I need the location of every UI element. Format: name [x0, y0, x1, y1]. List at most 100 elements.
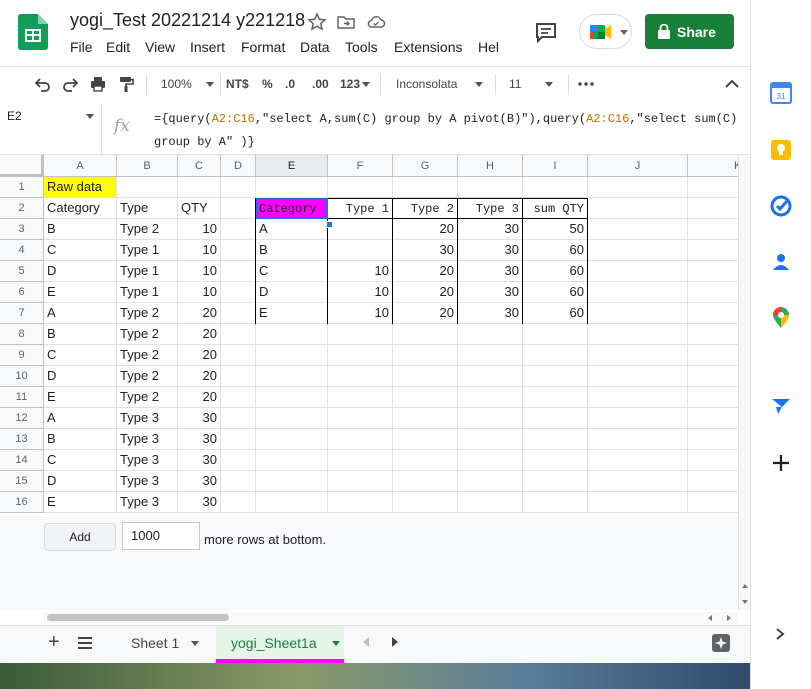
empty-cell[interactable]: [221, 282, 256, 303]
empty-cell[interactable]: [221, 261, 256, 282]
empty-cell[interactable]: [458, 492, 523, 513]
column-header[interactable]: H: [458, 155, 523, 177]
pivot-data-cell[interactable]: 30: [458, 282, 523, 303]
empty-cell[interactable]: [588, 387, 688, 408]
row-header[interactable]: 11: [0, 387, 44, 408]
print-icon[interactable]: [89, 75, 107, 93]
empty-cell[interactable]: [458, 387, 523, 408]
empty-cell[interactable]: [588, 345, 688, 366]
source-data-cell[interactable]: C: [44, 450, 117, 471]
empty-cell[interactable]: [688, 471, 738, 492]
decrease-decimal-button[interactable]: .0: [285, 77, 295, 91]
share-button[interactable]: Share: [645, 14, 734, 49]
source-data-cell[interactable]: 30: [178, 429, 221, 450]
source-data-cell[interactable]: 30: [178, 450, 221, 471]
plus-icon[interactable]: [771, 453, 791, 473]
column-header[interactable]: K: [688, 155, 738, 177]
select-all-corner[interactable]: [0, 155, 44, 177]
selection-handle[interactable]: [326, 221, 333, 228]
redo-icon[interactable]: [62, 75, 80, 93]
source-data-cell[interactable]: E: [44, 282, 117, 303]
empty-cell[interactable]: [328, 387, 393, 408]
empty-cell[interactable]: [688, 261, 738, 282]
pivot-data-cell[interactable]: E: [256, 303, 328, 324]
empty-cell[interactable]: [328, 345, 393, 366]
empty-cell[interactable]: [221, 240, 256, 261]
empty-cell[interactable]: [688, 240, 738, 261]
cloud-icon[interactable]: [366, 12, 386, 32]
row-header[interactable]: 5: [0, 261, 44, 282]
source-data-cell[interactable]: B: [44, 219, 117, 240]
empty-cell[interactable]: [256, 177, 328, 198]
column-header[interactable]: F: [328, 155, 393, 177]
empty-cell[interactable]: [588, 198, 688, 219]
source-data-cell[interactable]: B: [44, 324, 117, 345]
pivot-data-cell[interactable]: 60: [523, 303, 588, 324]
empty-cell[interactable]: [688, 492, 738, 513]
row-header[interactable]: 4: [0, 240, 44, 261]
source-data-cell[interactable]: 30: [178, 492, 221, 513]
empty-cell[interactable]: [328, 471, 393, 492]
empty-cell[interactable]: [458, 177, 523, 198]
paint-format-icon[interactable]: [117, 75, 135, 93]
source-data-cell[interactable]: A: [44, 303, 117, 324]
row-header[interactable]: 6: [0, 282, 44, 303]
empty-cell[interactable]: [393, 177, 458, 198]
pivot-data-cell[interactable]: B: [256, 240, 328, 261]
source-header-cell[interactable]: QTY: [178, 198, 221, 219]
empty-cell[interactable]: [588, 261, 688, 282]
empty-cell[interactable]: [688, 282, 738, 303]
empty-cell[interactable]: [221, 177, 256, 198]
pivot-data-cell[interactable]: 30: [458, 303, 523, 324]
pivot-data-cell[interactable]: 10: [328, 303, 393, 324]
row-header[interactable]: 9: [0, 345, 44, 366]
empty-cell[interactable]: [256, 366, 328, 387]
maps-icon[interactable]: [770, 307, 792, 329]
source-data-cell[interactable]: Type 2: [117, 303, 178, 324]
source-data-cell[interactable]: 10: [178, 261, 221, 282]
row-header[interactable]: 1: [0, 177, 44, 198]
empty-cell[interactable]: [328, 366, 393, 387]
empty-cell[interactable]: [256, 324, 328, 345]
empty-cell[interactable]: [393, 450, 458, 471]
chevron-right-icon[interactable]: [773, 627, 787, 641]
empty-cell[interactable]: [588, 324, 688, 345]
empty-cell[interactable]: [688, 177, 738, 198]
empty-cell[interactable]: [688, 303, 738, 324]
formula-input[interactable]: ={query(A2:C16,"select A,sum(C) group by…: [154, 108, 744, 154]
row-header[interactable]: 10: [0, 366, 44, 387]
currency-button[interactable]: NT$: [226, 77, 249, 91]
sheet-tab[interactable]: Sheet 1: [116, 626, 214, 662]
empty-cell[interactable]: [688, 366, 738, 387]
empty-cell[interactable]: [588, 240, 688, 261]
row-header[interactable]: 2: [0, 198, 44, 219]
menu-insert[interactable]: Insert: [190, 39, 225, 55]
pivot-data-cell[interactable]: [328, 240, 393, 261]
source-data-cell[interactable]: Type 2: [117, 219, 178, 240]
empty-cell[interactable]: [523, 345, 588, 366]
empty-cell[interactable]: [393, 345, 458, 366]
empty-cell[interactable]: [588, 282, 688, 303]
empty-cell[interactable]: [328, 177, 393, 198]
empty-cell[interactable]: [393, 387, 458, 408]
source-data-cell[interactable]: 30: [178, 471, 221, 492]
source-data-cell[interactable]: Type 3: [117, 429, 178, 450]
source-data-cell[interactable]: 20: [178, 366, 221, 387]
source-data-cell[interactable]: A: [44, 408, 117, 429]
empty-cell[interactable]: [458, 408, 523, 429]
scroll-up-icon[interactable]: [741, 582, 749, 590]
source-data-cell[interactable]: D: [44, 471, 117, 492]
empty-cell[interactable]: [393, 492, 458, 513]
source-data-cell[interactable]: Type 3: [117, 450, 178, 471]
empty-cell[interactable]: [523, 471, 588, 492]
empty-cell[interactable]: [393, 366, 458, 387]
empty-cell[interactable]: [221, 345, 256, 366]
tasks-icon[interactable]: [770, 195, 792, 217]
empty-cell[interactable]: [588, 492, 688, 513]
add-sheet-icon[interactable]: +: [48, 632, 60, 652]
menu-data[interactable]: Data: [300, 39, 330, 55]
source-data-cell[interactable]: Type 1: [117, 261, 178, 282]
source-data-cell[interactable]: Type 1: [117, 282, 178, 303]
pivot-data-cell[interactable]: 20: [393, 282, 458, 303]
scroll-tabs-right-icon[interactable]: [390, 636, 400, 648]
